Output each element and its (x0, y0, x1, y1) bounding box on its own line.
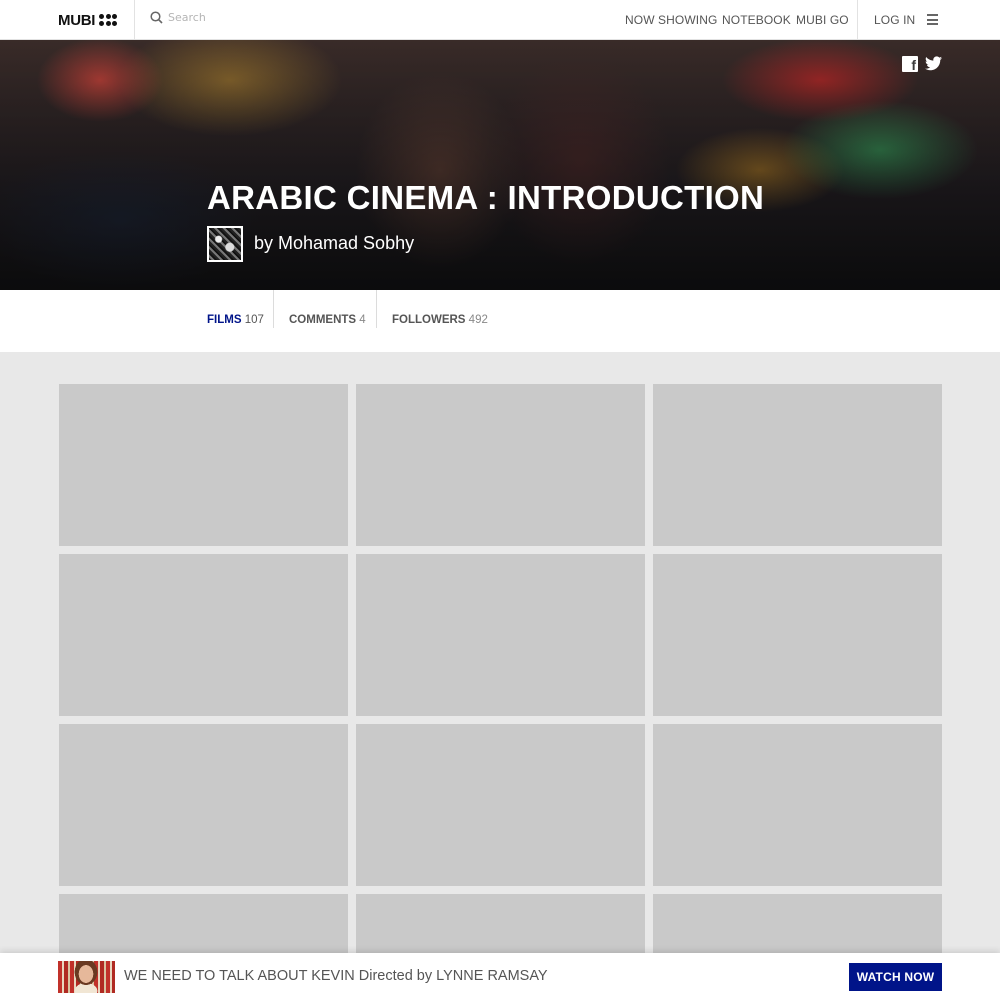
tab-divider (273, 290, 274, 328)
film-card-placeholder[interactable] (653, 384, 942, 546)
search-icon[interactable] (150, 11, 163, 24)
promo-film-title[interactable]: WE NEED TO TALK ABOUT KEVIN (124, 968, 355, 984)
tab-followers[interactable]: FOLLOWERS 492 (392, 314, 488, 326)
film-card-placeholder[interactable] (356, 894, 645, 954)
list-hero-banner: f ARABIC CINEMA : INTRODUCTION by Mohama… (0, 40, 1000, 290)
list-tabs: FILMS 107 COMMENTS 4 FOLLOWERS 492 (0, 290, 1000, 352)
tab-films[interactable]: FILMS 107 (207, 314, 264, 326)
tab-label: FILMS (207, 314, 242, 326)
film-thumbnail[interactable] (58, 961, 115, 993)
film-card-placeholder[interactable] (653, 554, 942, 716)
now-showing-promo-bar: WE NEED TO TALK ABOUT KEVIN Directed by … (0, 953, 1000, 1000)
logo-dots-icon (99, 14, 118, 26)
nav-notebook[interactable]: NOTEBOOK (722, 13, 791, 27)
twitter-icon[interactable] (925, 56, 942, 71)
film-card-placeholder[interactable] (59, 554, 348, 716)
top-navigation-bar: MUBI NOW SHOWING NOTEBOOK MUBI GO LOG IN (0, 0, 1000, 40)
watch-now-button[interactable]: WATCH NOW (849, 963, 942, 991)
film-card-placeholder[interactable] (59, 724, 348, 886)
facebook-icon[interactable]: f (902, 56, 918, 72)
search-input[interactable] (168, 11, 368, 24)
header-divider (134, 0, 135, 40)
tab-count: 4 (359, 314, 366, 326)
tab-divider (376, 290, 377, 328)
author-byline[interactable]: by Mohamad Sobhy (254, 233, 414, 254)
film-card-placeholder[interactable] (59, 894, 348, 954)
login-link[interactable]: LOG IN (874, 13, 915, 27)
tab-label: FOLLOWERS (392, 314, 466, 326)
film-card-placeholder[interactable] (356, 724, 645, 886)
tab-count: 107 (244, 314, 264, 326)
header-divider (857, 0, 858, 40)
hamburger-icon[interactable] (927, 14, 938, 25)
promo-text: WE NEED TO TALK ABOUT KEVIN Directed by … (124, 968, 548, 984)
tab-count: 492 (468, 314, 488, 326)
hero-image-overlay (0, 40, 1000, 290)
film-card-placeholder[interactable] (653, 894, 942, 954)
nav-mubi-go[interactable]: MUBI GO (796, 13, 849, 27)
film-card-placeholder[interactable] (653, 724, 942, 886)
tab-label: COMMENTS (289, 314, 357, 326)
author-avatar[interactable] (207, 226, 243, 262)
film-card-placeholder[interactable] (356, 554, 645, 716)
tab-comments[interactable]: COMMENTS 4 (289, 314, 366, 326)
promo-director[interactable]: LYNNE RAMSAY (436, 968, 547, 984)
nav-now-showing[interactable]: NOW SHOWING (625, 13, 717, 27)
film-card-placeholder[interactable] (356, 384, 645, 546)
logo-text: MUBI (58, 11, 96, 29)
film-card-placeholder[interactable] (59, 384, 348, 546)
list-title: ARABIC CINEMA : INTRODUCTION (207, 179, 765, 216)
mubi-logo[interactable]: MUBI (58, 10, 118, 30)
search-bar[interactable] (150, 11, 368, 24)
promo-directed-by: Directed by (358, 968, 433, 984)
